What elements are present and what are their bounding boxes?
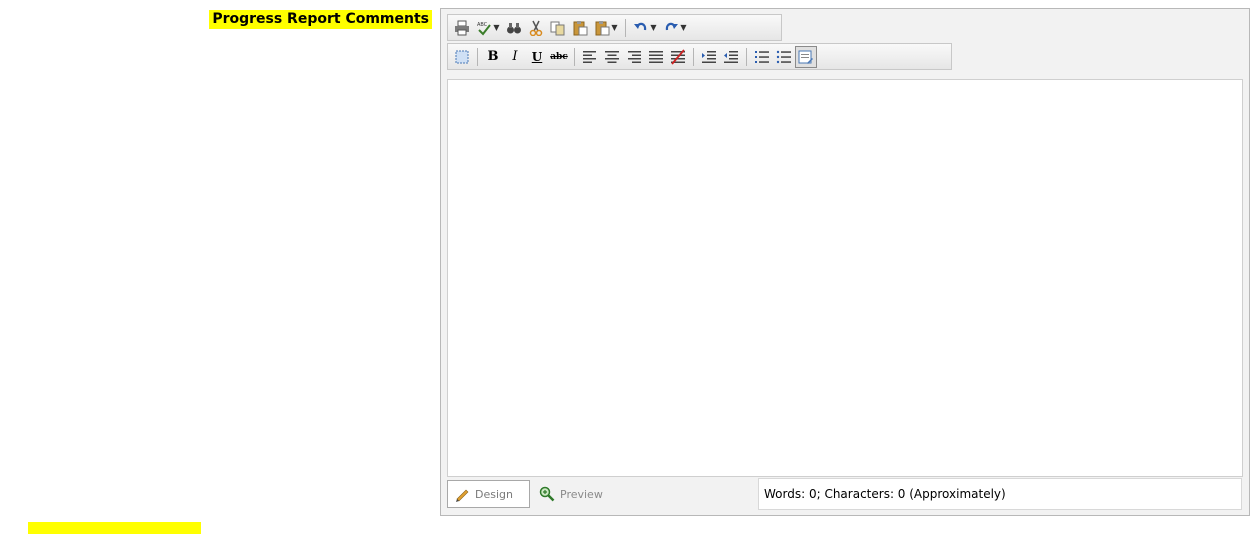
justify-button[interactable] <box>645 46 667 68</box>
print-button[interactable] <box>451 17 473 39</box>
toolbar-separator <box>477 47 478 66</box>
undo-icon <box>634 22 647 30</box>
bold-icon: B <box>487 49 499 64</box>
toolbar-separator <box>693 47 694 66</box>
align-left-button[interactable] <box>579 46 601 68</box>
word-count-status: Words: 0; Characters: 0 (Approximately) <box>758 478 1242 510</box>
field-label-progress-report-comments: Progress Report Comments <box>209 10 432 29</box>
paste-button[interactable] <box>569 17 591 39</box>
bulleted-list-icon <box>776 50 791 63</box>
rich-text-editor: ABC ▼ ▼ ▼ ▼ B I U abc Design Preview Wor… <box>440 8 1250 516</box>
toolbar-row-2: B I U abc <box>447 43 952 70</box>
toolbar-separator <box>746 47 747 66</box>
dropdown-caret-icon: ▼ <box>611 22 618 32</box>
format-stripper-icon <box>798 50 813 64</box>
align-left-icon <box>583 50 596 63</box>
outdent-icon <box>724 50 738 63</box>
dropdown-caret-icon: ▼ <box>493 22 500 32</box>
editor-content-area[interactable] <box>447 79 1243 477</box>
align-right-button[interactable] <box>623 46 645 68</box>
outdent-button[interactable] <box>720 46 742 68</box>
paste-options-icon <box>595 20 610 35</box>
strikethrough-button[interactable]: abc <box>548 46 570 68</box>
copy-button[interactable] <box>547 17 569 39</box>
toolbar-separator <box>625 18 626 37</box>
italic-icon: I <box>512 49 518 64</box>
print-icon <box>455 20 469 35</box>
select-all-button[interactable] <box>451 46 473 68</box>
numbered-list-icon <box>755 50 769 63</box>
spellcheck-button[interactable]: ABC ▼ <box>473 17 503 39</box>
underline-button[interactable]: U <box>526 46 548 68</box>
toolbar-row-1: ABC ▼ ▼ ▼ ▼ <box>447 14 782 41</box>
redo-icon <box>666 22 679 30</box>
align-center-button[interactable] <box>601 46 623 68</box>
format-stripper-button[interactable] <box>795 45 817 68</box>
cut-button[interactable] <box>525 17 547 39</box>
paste-options-button[interactable]: ▼ <box>591 17 621 39</box>
italic-button[interactable]: I <box>504 46 526 68</box>
design-mode-tab[interactable]: Design <box>447 480 530 508</box>
bold-button[interactable]: B <box>482 46 504 68</box>
find-icon <box>507 22 521 33</box>
numbered-list-button[interactable] <box>751 46 773 68</box>
find-button[interactable] <box>503 17 525 39</box>
magnifier-icon <box>539 486 555 502</box>
spellcheck-icon: ABC <box>477 22 492 36</box>
svg-text:ABC: ABC <box>477 22 488 28</box>
underline-icon: U <box>531 49 543 64</box>
next-field-label <box>28 522 201 534</box>
indent-icon <box>702 50 716 63</box>
indent-button[interactable] <box>698 46 720 68</box>
toolbar-separator <box>574 47 575 66</box>
dropdown-caret-icon: ▼ <box>650 22 657 32</box>
undo-button[interactable]: ▼ <box>630 17 660 39</box>
design-mode-label: Design <box>475 487 513 501</box>
strikethrough-icon: abc <box>550 51 568 62</box>
dropdown-caret-icon: ▼ <box>680 22 687 32</box>
copy-icon <box>550 21 565 35</box>
justify-icon <box>649 50 663 63</box>
preview-mode-label: Preview <box>560 487 603 501</box>
preview-mode-tab[interactable]: Preview <box>533 480 623 508</box>
cut-icon <box>529 20 543 36</box>
redo-button[interactable]: ▼ <box>660 17 690 39</box>
paste-icon <box>573 20 588 35</box>
align-right-icon <box>628 50 641 63</box>
pencil-icon <box>456 489 469 502</box>
clear-alignment-icon <box>671 48 685 65</box>
bulleted-list-button[interactable] <box>773 46 795 68</box>
clear-alignment-button[interactable] <box>667 46 689 68</box>
align-center-icon <box>605 50 619 63</box>
select-all-icon <box>455 50 469 63</box>
